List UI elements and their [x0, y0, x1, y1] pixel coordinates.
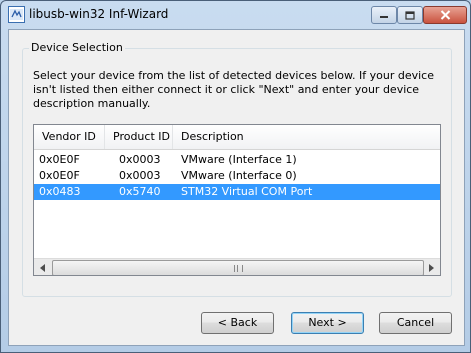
- table-row-selected[interactable]: 0x0483 0x5740 STM32 Virtual COM Port: [34, 184, 440, 200]
- minimize-icon: [380, 16, 388, 18]
- description-cell: VMware (Interface 0): [181, 169, 297, 182]
- horizontal-scrollbar[interactable]: [34, 258, 440, 275]
- vendor-id-cell: 0x0E0F: [39, 169, 80, 182]
- table-row[interactable]: 0x0E0F 0x0003 VMware (Interface 1): [34, 152, 440, 168]
- maximize-button[interactable]: [397, 6, 423, 24]
- minimize-button[interactable]: [371, 6, 397, 24]
- vendor-id-cell: 0x0E0F: [39, 153, 80, 166]
- next-button[interactable]: Next >: [291, 312, 364, 334]
- product-id-cell: 0x0003: [119, 169, 161, 182]
- arrow-right-icon: [429, 263, 434, 272]
- grip-icon: [233, 264, 243, 272]
- maximize-icon: [405, 10, 415, 20]
- close-icon: [440, 10, 450, 20]
- description-cell: STM32 Virtual COM Port: [181, 185, 313, 198]
- device-list[interactable]: Vendor ID Product ID Description 0x0E0F …: [33, 124, 441, 276]
- window-title: libusb-win32 Inf-Wizard: [29, 7, 169, 21]
- cancel-button[interactable]: Cancel: [379, 312, 452, 334]
- description-cell: VMware (Interface 1): [181, 153, 297, 166]
- vendor-id-cell: 0x0483: [39, 185, 81, 198]
- instructions-text: Select your device from the list of dete…: [33, 69, 434, 110]
- dialog-body: Device Selection Select your device from…: [8, 29, 465, 346]
- list-header: Vendor ID Product ID Description: [34, 125, 440, 150]
- scroll-thumb[interactable]: [52, 260, 424, 275]
- column-header-product-id[interactable]: Product ID: [105, 125, 173, 149]
- table-row[interactable]: 0x0E0F 0x0003 VMware (Interface 0): [34, 168, 440, 184]
- back-button[interactable]: < Back: [201, 312, 274, 334]
- group-label: Device Selection: [29, 41, 125, 54]
- usb-app-icon: [8, 6, 25, 23]
- scroll-left-button[interactable]: [35, 259, 51, 275]
- close-button[interactable]: [423, 6, 467, 24]
- wizard-window: libusb-win32 Inf-Wizard Device Selection…: [0, 0, 471, 353]
- product-id-cell: 0x0003: [119, 153, 161, 166]
- scroll-right-button[interactable]: [423, 259, 439, 275]
- title-bar[interactable]: libusb-win32 Inf-Wizard: [1, 1, 470, 29]
- product-id-cell: 0x5740: [119, 185, 161, 198]
- arrow-left-icon: [40, 263, 45, 272]
- column-header-vendor-id[interactable]: Vendor ID: [34, 125, 105, 149]
- column-header-description[interactable]: Description: [173, 125, 440, 149]
